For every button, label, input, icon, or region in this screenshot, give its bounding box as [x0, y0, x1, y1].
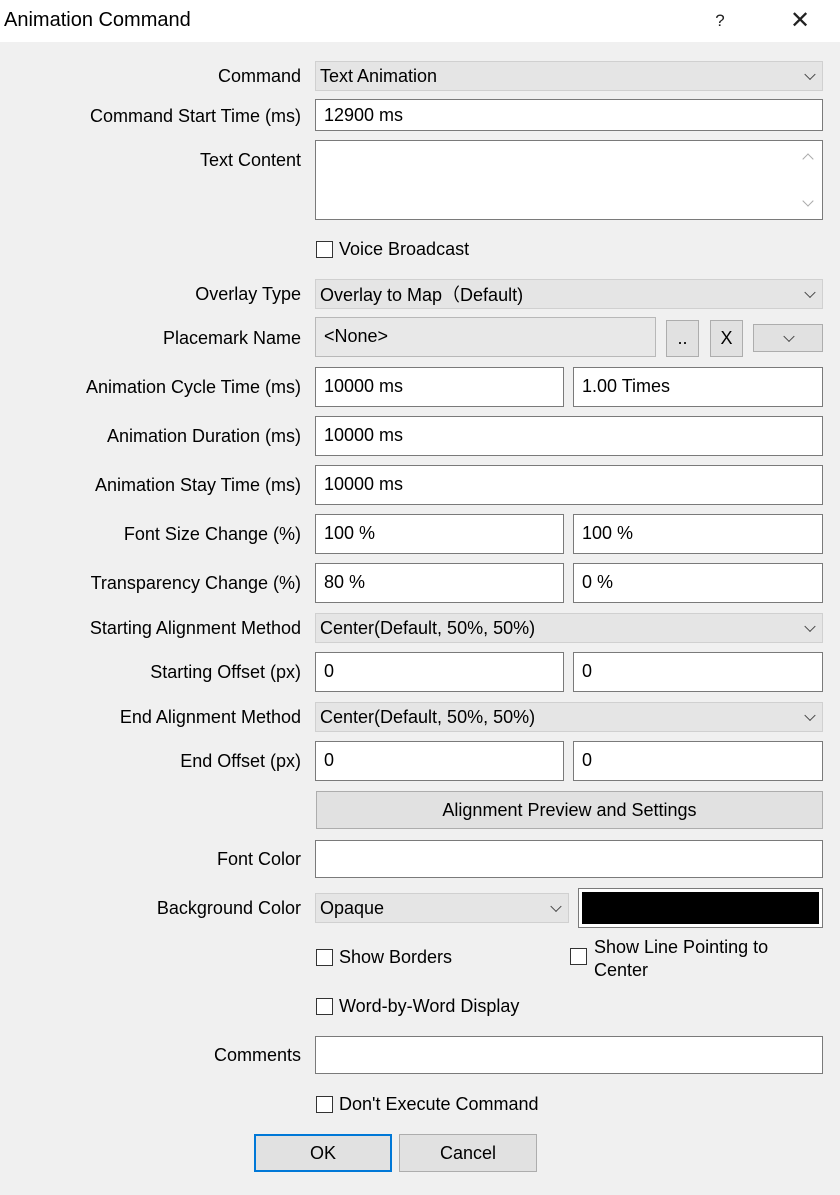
voice-broadcast-checkbox[interactable]: Voice Broadcast — [316, 239, 469, 260]
comments-label: Comments — [213, 1045, 301, 1065]
window-title: Animation Command — [4, 9, 191, 31]
command-label: Command — [217, 66, 301, 86]
command-dropdown[interactable]: Text Animation — [315, 61, 823, 91]
command-value: Text Animation — [320, 65, 438, 86]
start-offset-label: Starting Offset (px) — [150, 662, 301, 682]
end-alignment-dropdown[interactable]: Center(Default, 50%, 50%) — [315, 702, 823, 732]
alignment-preview-button[interactable]: Alignment Preview and Settings — [316, 791, 823, 829]
start-time-input[interactable]: 12900 ms — [315, 99, 823, 131]
start-offset-x-input[interactable]: 0 — [315, 652, 564, 692]
background-color-swatch[interactable] — [578, 888, 823, 928]
start-alignment-value: Center(Default, 50%, 50%) — [320, 617, 536, 638]
end-offset-y-input[interactable]: 0 — [573, 741, 823, 781]
background-color-fill — [582, 892, 819, 924]
dont-execute-label: Don't Execute Command — [339, 1094, 539, 1114]
checkbox-box[interactable] — [316, 1096, 333, 1113]
text-content-textarea[interactable] — [315, 140, 823, 220]
start-alignment-label: Starting Alignment Method — [89, 618, 301, 638]
show-borders-label: Show Borders — [339, 947, 453, 967]
ok-button[interactable]: OK — [254, 1134, 392, 1172]
show-line-label: Show Line Pointing to Center — [594, 936, 768, 982]
duration-input[interactable]: 10000 ms — [315, 416, 823, 456]
font-color-label: Font Color — [216, 849, 301, 869]
scroll-up-icon[interactable] — [802, 153, 814, 165]
font-size-change-label: Font Size Change (%) — [123, 524, 301, 544]
word-by-word-checkbox[interactable]: Word-by-Word Display — [316, 996, 519, 1017]
start-offset-y-input[interactable]: 0 — [573, 652, 823, 692]
chevron-down-icon — [804, 709, 816, 722]
close-button[interactable]: ✕ — [788, 6, 812, 35]
placemark-label: Placemark Name — [162, 328, 301, 348]
overlay-type-dropdown[interactable]: Overlay to Map（Default) — [315, 279, 823, 309]
checkbox-box[interactable] — [316, 998, 333, 1015]
chevron-down-icon — [804, 286, 816, 299]
font-color-swatch[interactable] — [315, 840, 823, 878]
stay-time-label: Animation Stay Time (ms) — [94, 475, 301, 495]
voice-broadcast-label: Voice Broadcast — [339, 239, 470, 259]
chevron-down-icon — [804, 68, 816, 81]
start-alignment-dropdown[interactable]: Center(Default, 50%, 50%) — [315, 613, 823, 643]
end-offset-x-input[interactable]: 0 — [315, 741, 564, 781]
end-offset-label: End Offset (px) — [180, 751, 301, 771]
text-content-label: Text Content — [199, 150, 301, 170]
cycle-time-input[interactable]: 10000 ms — [315, 367, 564, 407]
word-by-word-label: Word-by-Word Display — [339, 996, 520, 1016]
scroll-down-icon[interactable] — [802, 195, 814, 207]
comments-input[interactable] — [315, 1036, 823, 1074]
background-mode-value: Opaque — [320, 897, 385, 918]
dont-execute-checkbox[interactable]: Don't Execute Command — [316, 1094, 539, 1115]
chevron-down-icon — [804, 620, 816, 633]
show-line-label-line1: Show Line Pointing to — [594, 937, 769, 957]
cancel-button[interactable]: Cancel — [399, 1134, 537, 1172]
stay-time-input[interactable]: 10000 ms — [315, 465, 823, 505]
transparency-start-input[interactable]: 80 % — [315, 563, 564, 603]
checkbox-box[interactable] — [316, 241, 333, 258]
placemark-dropdown-button[interactable] — [753, 324, 823, 352]
end-alignment-value: Center(Default, 50%, 50%) — [320, 706, 536, 727]
title-bar: Animation Command ? ✕ — [0, 0, 840, 42]
show-borders-checkbox[interactable]: Show Borders — [316, 947, 452, 968]
transparency-end-input[interactable]: 0 % — [573, 563, 823, 603]
font-size-start-input[interactable]: 100 % — [315, 514, 564, 554]
show-line-label-line2: Center — [594, 960, 649, 980]
overlay-type-label: Overlay Type — [195, 284, 301, 304]
checkbox-box[interactable] — [570, 948, 587, 965]
cycle-time-label: Animation Cycle Time (ms) — [85, 377, 301, 397]
end-alignment-label: End Alignment Method — [119, 707, 301, 727]
start-time-label: Command Start Time (ms) — [89, 106, 301, 126]
cycle-times-input[interactable]: 1.00 Times — [573, 367, 823, 407]
checkbox-box[interactable] — [316, 949, 333, 966]
placemark-field: <None> — [315, 317, 656, 357]
help-button[interactable]: ? — [712, 11, 728, 31]
background-mode-dropdown[interactable]: Opaque — [315, 893, 569, 923]
placemark-browse-button[interactable]: .. — [666, 320, 699, 357]
chevron-down-icon — [783, 330, 795, 343]
transparency-change-label: Transparency Change (%) — [90, 573, 301, 593]
chevron-down-icon — [550, 900, 562, 913]
placemark-clear-button[interactable]: X — [710, 320, 743, 357]
font-size-end-input[interactable]: 100 % — [573, 514, 823, 554]
background-color-label: Background Color — [156, 898, 301, 918]
overlay-type-value: Overlay to Map（Default) — [320, 285, 524, 305]
duration-label: Animation Duration (ms) — [106, 426, 301, 446]
